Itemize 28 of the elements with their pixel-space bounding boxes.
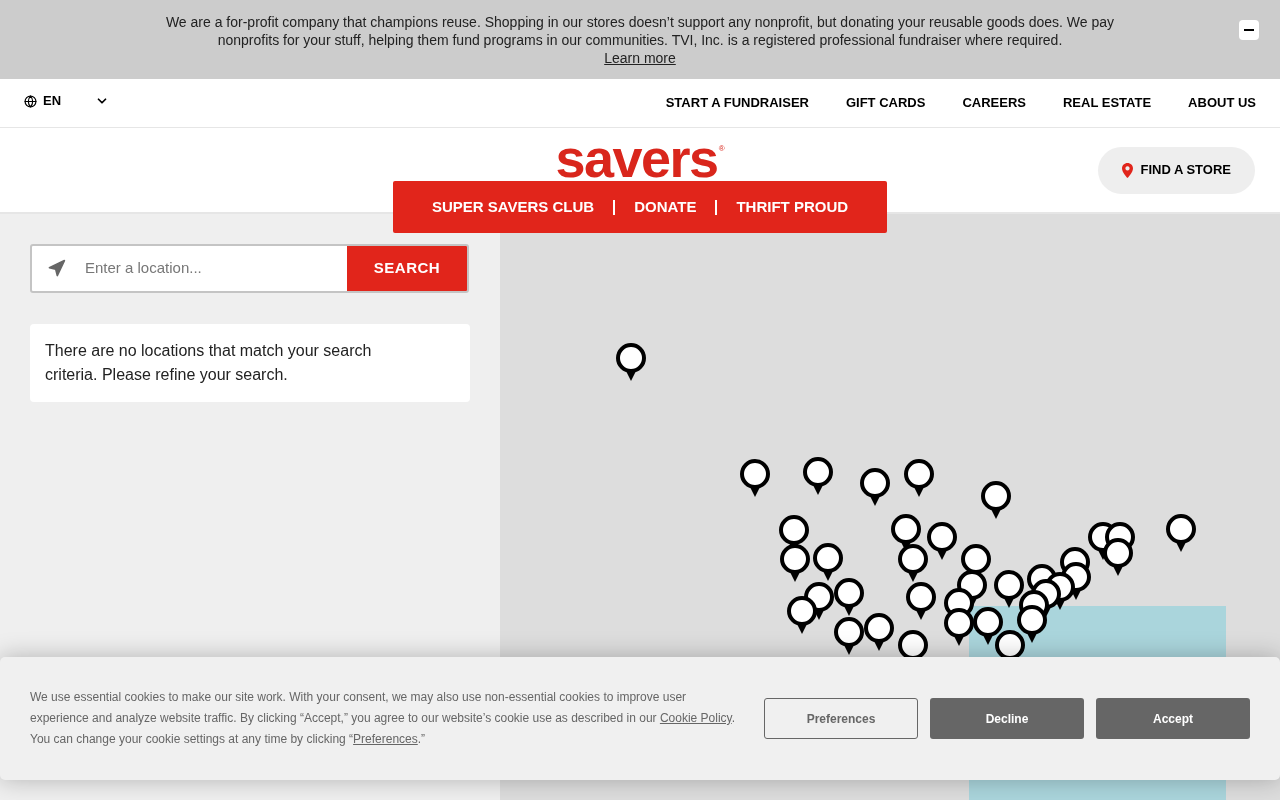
close-button[interactable] xyxy=(1239,20,1259,40)
minus-icon xyxy=(1244,29,1254,31)
cookie-policy-link[interactable]: Cookie Policy xyxy=(659,711,732,725)
location-search-box[interactable]: Enter a location... SEARCH xyxy=(30,244,469,293)
cookie-choice-button[interactable]: Accept xyxy=(1096,698,1250,739)
utility-nav-link[interactable]: CAREERS xyxy=(962,93,1026,113)
utility-nav-link[interactable]: REAL ESTATE xyxy=(1063,93,1152,113)
learn-more-link[interactable]: Learn more xyxy=(604,49,676,67)
savers-logo[interactable]: savers® xyxy=(555,128,725,181)
language-selector[interactable]: EN xyxy=(24,91,110,111)
main-nav-link[interactable]: SUPER SAVERS CLUB xyxy=(431,195,595,219)
no-results-message: There are no locations that match your search criteria. Please refine your search. xyxy=(45,341,373,385)
utility-nav-link[interactable]: START A FUNDRAISER xyxy=(665,93,809,113)
main-nav-link[interactable]: THRIFT PROUD xyxy=(736,195,849,219)
map-pin-icon xyxy=(1122,162,1134,178)
notice-text: We are a for-profit company that champions reuse. Shopping in our stores doesn’t support any nonprofit, but donating your reusable goods does. We pay nonprofits for your stuff, helping them fund programs in our communities. TVI, Inc. is a registered professional fundraiser where required. xyxy=(164,13,1116,49)
preferences-link[interactable]: Preferences xyxy=(353,732,418,746)
search-button[interactable]: SEARCH xyxy=(347,246,467,291)
globe-icon xyxy=(24,94,37,108)
preferences-button[interactable]: Preferences xyxy=(764,698,918,739)
main-nav-link[interactable]: DONATE xyxy=(634,195,697,219)
utility-nav-link[interactable]: GIFT CARDS xyxy=(845,93,926,113)
utility-nav-link[interactable]: ABOUT US xyxy=(1188,93,1256,113)
cookie-notice-text: We use essential cookies to make our site work. With your consent, we may also use non-essential cookies to improve user experience and analyze website traffic. By clicking “Accept,” you agree to our website’s cookie use as described in our Cookie Policy. You can change your cookie settings at any time by clicking “Preferences.” xyxy=(30,689,737,748)
location-input[interactable]: Enter a location... xyxy=(85,246,347,291)
cookie-choice-button[interactable]: Decline xyxy=(930,698,1084,739)
find-store-button[interactable]: FIND A STORE xyxy=(1098,146,1255,194)
location-arrow-icon xyxy=(47,259,66,278)
